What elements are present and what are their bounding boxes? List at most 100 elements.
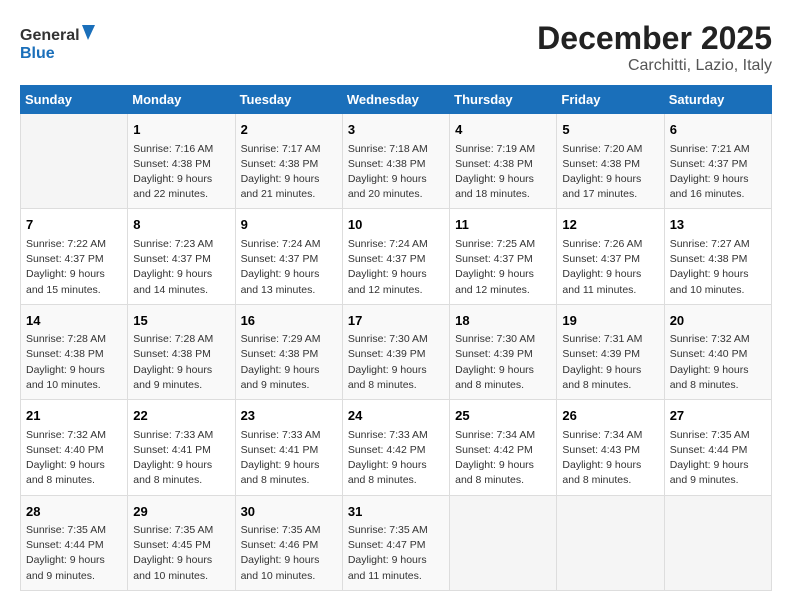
calendar-cell: 23Sunrise: 7:33 AM Sunset: 4:41 PM Dayli… (235, 400, 342, 495)
col-monday: Monday (128, 86, 235, 114)
day-number: 2 (241, 120, 337, 140)
day-number: 1 (133, 120, 229, 140)
calendar-cell (557, 495, 664, 590)
cell-info: Sunrise: 7:35 AM Sunset: 4:47 PM Dayligh… (348, 523, 444, 584)
calendar-cell: 28Sunrise: 7:35 AM Sunset: 4:44 PM Dayli… (21, 495, 128, 590)
col-friday: Friday (557, 86, 664, 114)
col-thursday: Thursday (450, 86, 557, 114)
cell-info: Sunrise: 7:32 AM Sunset: 4:40 PM Dayligh… (670, 332, 766, 393)
day-number: 30 (241, 502, 337, 522)
cell-info: Sunrise: 7:28 AM Sunset: 4:38 PM Dayligh… (26, 332, 122, 393)
day-number: 12 (562, 215, 658, 235)
cell-info: Sunrise: 7:31 AM Sunset: 4:39 PM Dayligh… (562, 332, 658, 393)
calendar-row-1: 1Sunrise: 7:16 AM Sunset: 4:38 PM Daylig… (21, 114, 772, 209)
calendar-cell: 2Sunrise: 7:17 AM Sunset: 4:38 PM Daylig… (235, 114, 342, 209)
cell-info: Sunrise: 7:24 AM Sunset: 4:37 PM Dayligh… (241, 237, 337, 298)
calendar-cell: 29Sunrise: 7:35 AM Sunset: 4:45 PM Dayli… (128, 495, 235, 590)
cell-info: Sunrise: 7:22 AM Sunset: 4:37 PM Dayligh… (26, 237, 122, 298)
calendar-cell: 26Sunrise: 7:34 AM Sunset: 4:43 PM Dayli… (557, 400, 664, 495)
calendar-cell: 17Sunrise: 7:30 AM Sunset: 4:39 PM Dayli… (342, 304, 449, 399)
cell-info: Sunrise: 7:19 AM Sunset: 4:38 PM Dayligh… (455, 142, 551, 203)
cell-info: Sunrise: 7:35 AM Sunset: 4:44 PM Dayligh… (26, 523, 122, 584)
day-number: 14 (26, 311, 122, 331)
col-wednesday: Wednesday (342, 86, 449, 114)
day-number: 23 (241, 406, 337, 426)
cell-info: Sunrise: 7:28 AM Sunset: 4:38 PM Dayligh… (133, 332, 229, 393)
calendar-cell: 3Sunrise: 7:18 AM Sunset: 4:38 PM Daylig… (342, 114, 449, 209)
day-number: 6 (670, 120, 766, 140)
day-number: 21 (26, 406, 122, 426)
calendar-cell: 13Sunrise: 7:27 AM Sunset: 4:38 PM Dayli… (664, 209, 771, 304)
month-title: December 2025 (537, 20, 772, 57)
calendar-cell (450, 495, 557, 590)
cell-info: Sunrise: 7:20 AM Sunset: 4:38 PM Dayligh… (562, 142, 658, 203)
calendar-row-2: 7Sunrise: 7:22 AM Sunset: 4:37 PM Daylig… (21, 209, 772, 304)
calendar-cell: 11Sunrise: 7:25 AM Sunset: 4:37 PM Dayli… (450, 209, 557, 304)
svg-text:General: General (20, 27, 80, 44)
title-block: December 2025 Carchitti, Lazio, Italy (537, 20, 772, 75)
day-number: 15 (133, 311, 229, 331)
calendar-cell: 7Sunrise: 7:22 AM Sunset: 4:37 PM Daylig… (21, 209, 128, 304)
day-number: 3 (348, 120, 444, 140)
day-number: 17 (348, 311, 444, 331)
day-number: 22 (133, 406, 229, 426)
cell-info: Sunrise: 7:33 AM Sunset: 4:41 PM Dayligh… (241, 428, 337, 489)
calendar-cell: 21Sunrise: 7:32 AM Sunset: 4:40 PM Dayli… (21, 400, 128, 495)
day-number: 28 (26, 502, 122, 522)
day-number: 13 (670, 215, 766, 235)
cell-info: Sunrise: 7:32 AM Sunset: 4:40 PM Dayligh… (26, 428, 122, 489)
calendar-cell: 18Sunrise: 7:30 AM Sunset: 4:39 PM Dayli… (450, 304, 557, 399)
calendar-cell (21, 114, 128, 209)
cell-info: Sunrise: 7:17 AM Sunset: 4:38 PM Dayligh… (241, 142, 337, 203)
day-number: 20 (670, 311, 766, 331)
calendar-row-4: 21Sunrise: 7:32 AM Sunset: 4:40 PM Dayli… (21, 400, 772, 495)
calendar-cell: 9Sunrise: 7:24 AM Sunset: 4:37 PM Daylig… (235, 209, 342, 304)
calendar-cell: 14Sunrise: 7:28 AM Sunset: 4:38 PM Dayli… (21, 304, 128, 399)
cell-info: Sunrise: 7:23 AM Sunset: 4:37 PM Dayligh… (133, 237, 229, 298)
calendar-cell: 8Sunrise: 7:23 AM Sunset: 4:37 PM Daylig… (128, 209, 235, 304)
day-number: 10 (348, 215, 444, 235)
day-number: 31 (348, 502, 444, 522)
page-header: GeneralBlue December 2025 Carchitti, Laz… (20, 20, 772, 75)
calendar-cell: 5Sunrise: 7:20 AM Sunset: 4:38 PM Daylig… (557, 114, 664, 209)
day-number: 5 (562, 120, 658, 140)
calendar-cell (664, 495, 771, 590)
calendar-cell: 31Sunrise: 7:35 AM Sunset: 4:47 PM Dayli… (342, 495, 449, 590)
col-tuesday: Tuesday (235, 86, 342, 114)
cell-info: Sunrise: 7:21 AM Sunset: 4:37 PM Dayligh… (670, 142, 766, 203)
cell-info: Sunrise: 7:18 AM Sunset: 4:38 PM Dayligh… (348, 142, 444, 203)
day-number: 8 (133, 215, 229, 235)
cell-info: Sunrise: 7:27 AM Sunset: 4:38 PM Dayligh… (670, 237, 766, 298)
calendar-row-5: 28Sunrise: 7:35 AM Sunset: 4:44 PM Dayli… (21, 495, 772, 590)
logo: GeneralBlue (20, 20, 100, 65)
cell-info: Sunrise: 7:24 AM Sunset: 4:37 PM Dayligh… (348, 237, 444, 298)
day-number: 9 (241, 215, 337, 235)
calendar-cell: 1Sunrise: 7:16 AM Sunset: 4:38 PM Daylig… (128, 114, 235, 209)
cell-info: Sunrise: 7:26 AM Sunset: 4:37 PM Dayligh… (562, 237, 658, 298)
day-number: 29 (133, 502, 229, 522)
cell-info: Sunrise: 7:30 AM Sunset: 4:39 PM Dayligh… (455, 332, 551, 393)
day-number: 26 (562, 406, 658, 426)
day-number: 11 (455, 215, 551, 235)
calendar-cell: 16Sunrise: 7:29 AM Sunset: 4:38 PM Dayli… (235, 304, 342, 399)
cell-info: Sunrise: 7:34 AM Sunset: 4:43 PM Dayligh… (562, 428, 658, 489)
calendar-cell: 12Sunrise: 7:26 AM Sunset: 4:37 PM Dayli… (557, 209, 664, 304)
cell-info: Sunrise: 7:33 AM Sunset: 4:42 PM Dayligh… (348, 428, 444, 489)
header-row: Sunday Monday Tuesday Wednesday Thursday… (21, 86, 772, 114)
calendar-cell: 6Sunrise: 7:21 AM Sunset: 4:37 PM Daylig… (664, 114, 771, 209)
location-title: Carchitti, Lazio, Italy (537, 57, 772, 75)
day-number: 27 (670, 406, 766, 426)
cell-info: Sunrise: 7:35 AM Sunset: 4:44 PM Dayligh… (670, 428, 766, 489)
calendar-table: Sunday Monday Tuesday Wednesday Thursday… (20, 85, 772, 591)
calendar-cell: 15Sunrise: 7:28 AM Sunset: 4:38 PM Dayli… (128, 304, 235, 399)
day-number: 16 (241, 311, 337, 331)
col-sunday: Sunday (21, 86, 128, 114)
day-number: 24 (348, 406, 444, 426)
cell-info: Sunrise: 7:16 AM Sunset: 4:38 PM Dayligh… (133, 142, 229, 203)
cell-info: Sunrise: 7:35 AM Sunset: 4:45 PM Dayligh… (133, 523, 229, 584)
calendar-cell: 25Sunrise: 7:34 AM Sunset: 4:42 PM Dayli… (450, 400, 557, 495)
cell-info: Sunrise: 7:30 AM Sunset: 4:39 PM Dayligh… (348, 332, 444, 393)
calendar-cell: 4Sunrise: 7:19 AM Sunset: 4:38 PM Daylig… (450, 114, 557, 209)
calendar-cell: 30Sunrise: 7:35 AM Sunset: 4:46 PM Dayli… (235, 495, 342, 590)
calendar-cell: 19Sunrise: 7:31 AM Sunset: 4:39 PM Dayli… (557, 304, 664, 399)
